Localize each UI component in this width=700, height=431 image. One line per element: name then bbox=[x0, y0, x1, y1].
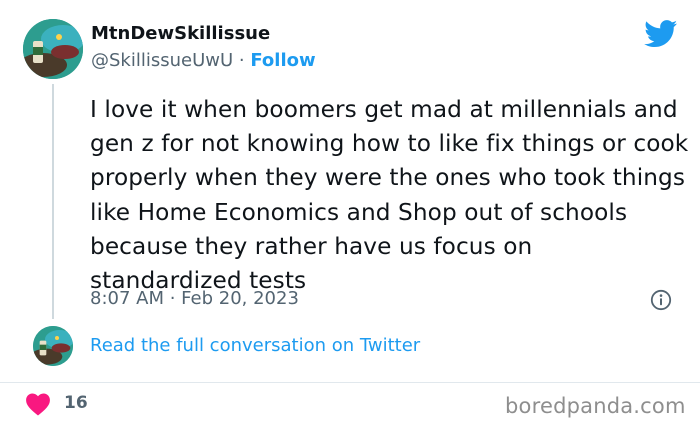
read-conversation-link[interactable]: Read the full conversation on Twitter bbox=[90, 335, 420, 356]
avatar-small[interactable] bbox=[33, 326, 73, 366]
info-icon[interactable] bbox=[650, 289, 672, 311]
author-handle-row: @SkillissueUwU · Follow bbox=[91, 50, 316, 71]
author-display-name[interactable]: MtnDewSkillissue bbox=[91, 23, 270, 44]
avatar[interactable] bbox=[23, 19, 83, 79]
follow-button[interactable]: Follow bbox=[250, 50, 315, 71]
handle-separator: · bbox=[233, 50, 251, 71]
like-count: 16 bbox=[64, 393, 88, 413]
heart-icon[interactable] bbox=[25, 392, 51, 416]
tweet-text: I love it when boomers get mad at millen… bbox=[90, 96, 689, 295]
tweet-timestamp[interactable]: 8:07 AM · Feb 20, 2023 bbox=[90, 288, 299, 309]
twitter-bird-icon[interactable] bbox=[644, 20, 678, 48]
thread-line bbox=[52, 84, 54, 319]
divider bbox=[0, 382, 700, 383]
watermark: boredpanda.com bbox=[505, 394, 686, 418]
author-handle[interactable]: @SkillissueUwU bbox=[91, 50, 233, 71]
